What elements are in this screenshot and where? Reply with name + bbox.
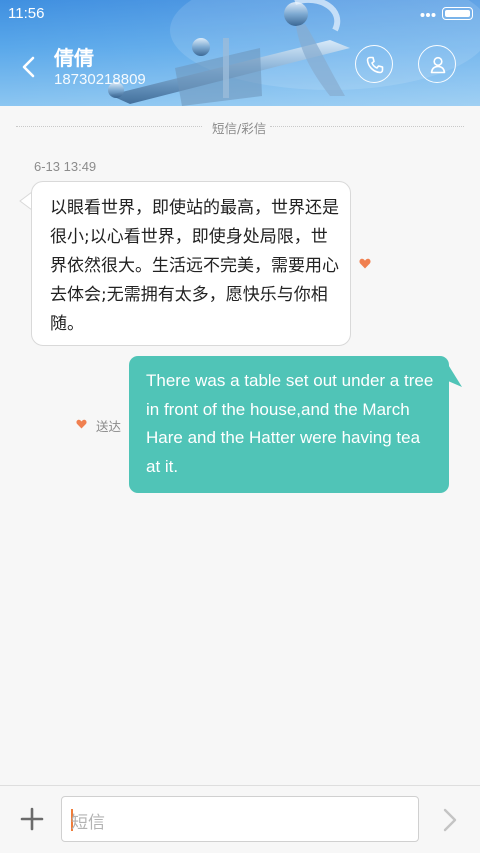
conversation-header: 11:56 倩倩 18730218809: [0, 0, 480, 106]
call-button[interactable]: [355, 45, 393, 83]
outgoing-message-text: There was a table set out under a tree i…: [146, 371, 434, 476]
divider-line: [16, 126, 202, 127]
heart-icon: [359, 258, 371, 269]
message-timestamp: 6-13 13:49: [34, 159, 97, 174]
message-composer: 短信: [0, 785, 480, 853]
incoming-message-text: 以眼看世界，即使站的最高，世界还是很小;以心看世界，即使身处局限，世界依然很大。…: [50, 198, 339, 334]
message-type-label: 短信/彩信: [212, 121, 267, 136]
send-chevron-icon[interactable]: [439, 807, 461, 833]
back-arrow-icon[interactable]: [14, 52, 44, 82]
phone-icon: [366, 56, 384, 74]
incoming-message-bubble[interactable]: 以眼看世界，即使站的最高，世界还是很小;以心看世界，即使身处局限，世界依然很大。…: [31, 181, 351, 346]
heart-icon: [76, 419, 87, 429]
outgoing-message-bubble[interactable]: There was a table set out under a tree i…: [129, 356, 449, 493]
delivery-status-label: 送达: [96, 419, 122, 434]
status-bar: 11:56: [0, 0, 480, 28]
divider-line: [270, 126, 464, 127]
contact-number: 18730218809: [54, 71, 146, 88]
status-time: 11:56: [8, 5, 45, 22]
outgoing-bubble-tail: [441, 358, 462, 387]
message-input-placeholder: 短信: [71, 813, 105, 833]
plus-icon[interactable]: [19, 806, 45, 832]
contact-name: 倩倩: [54, 46, 94, 70]
message-input[interactable]: 短信: [61, 796, 419, 842]
contact-profile-button[interactable]: [418, 45, 456, 83]
more-dots-icon: [420, 13, 436, 17]
battery-icon: [442, 7, 473, 20]
person-icon: [430, 56, 446, 74]
message-type-divider: 短信/彩信: [16, 117, 464, 136]
